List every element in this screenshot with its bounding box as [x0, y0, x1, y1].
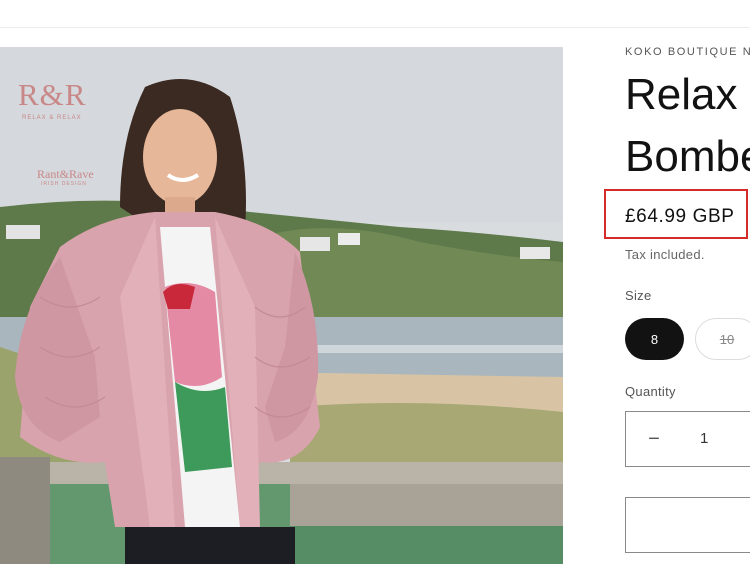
brand-watermark-sub: IRISH DESIGN — [41, 181, 87, 187]
product-info: KOKO BOUTIQUE NI Relax & Bombe £64.99 GB… — [625, 44, 750, 564]
price-highlight-box — [604, 189, 748, 239]
product-photo — [0, 47, 563, 564]
product-title-line2: Bombe — [625, 132, 750, 181]
logo-subtext: RELAX & RELAX — [22, 115, 82, 121]
product-image[interactable]: R&R RELAX & RELAX Rant&Rave IRISH DESIGN — [0, 47, 563, 564]
size-option-10[interactable]: 10 — [695, 318, 750, 360]
brand-watermark: Rant&Rave — [37, 167, 94, 181]
logo-text: R&R — [18, 77, 87, 112]
size-option-8[interactable]: 8 — [625, 318, 684, 360]
quantity-label: Quantity — [625, 384, 676, 399]
quantity-decrease-button[interactable]: − — [644, 426, 664, 452]
tax-note: Tax included. — [625, 247, 705, 262]
product-title: Relax & Bombe — [625, 64, 750, 188]
size-label: Size — [625, 288, 652, 303]
quantity-value[interactable]: 1 — [700, 430, 708, 447]
vendor-name: KOKO BOUTIQUE NI — [625, 46, 750, 58]
product-title-line1: Relax & — [625, 70, 750, 119]
add-to-cart-button[interactable] — [625, 497, 750, 553]
header-bar — [0, 0, 750, 28]
quantity-selector: − 1 — [625, 411, 750, 467]
